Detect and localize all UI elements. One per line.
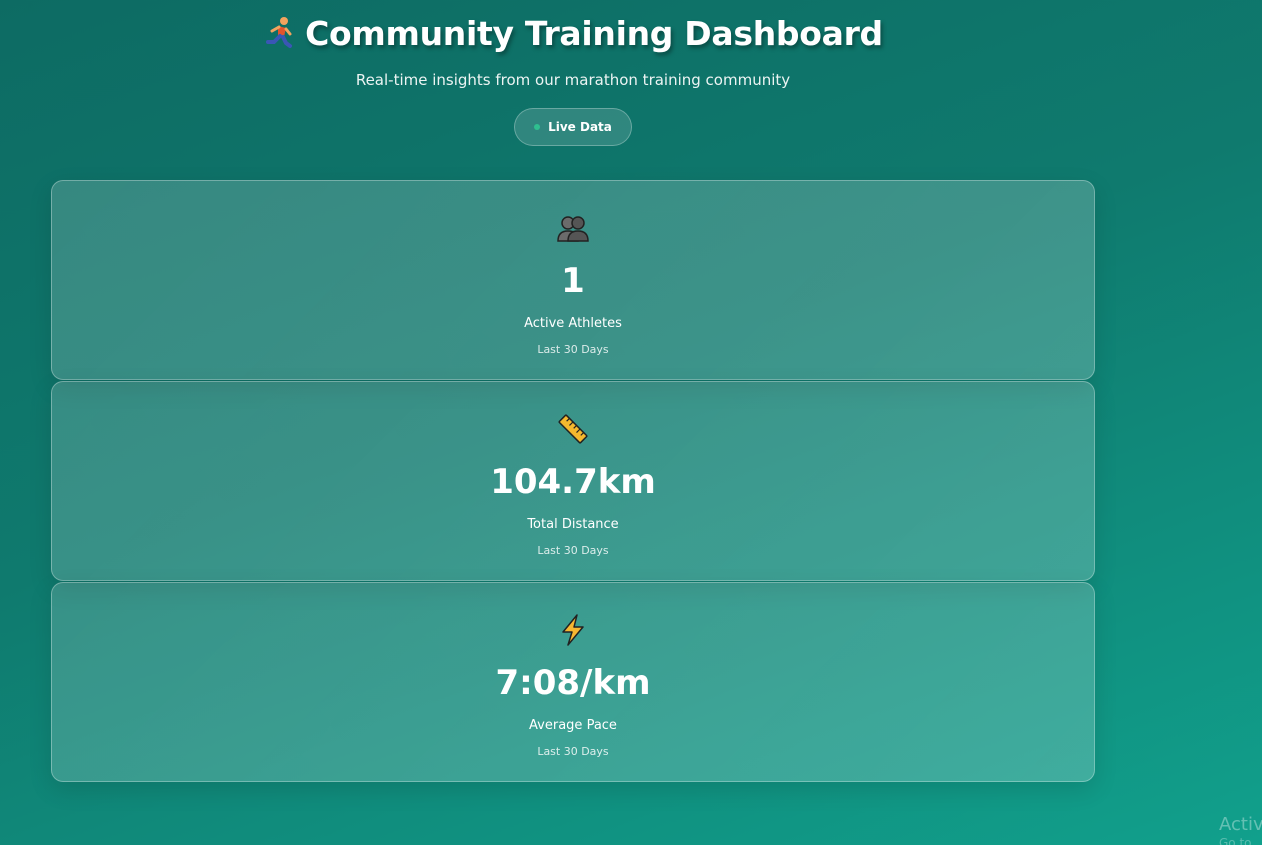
activation-watermark: Activ xyxy=(1219,814,1262,835)
ruler-icon xyxy=(52,412,1094,446)
stat-card-average-pace: 7:08/km Average Pace Last 30 Days xyxy=(51,582,1095,782)
stats-cards: 1 Active Athletes Last 30 Days 104.7km T… xyxy=(51,180,1095,783)
lightning-icon xyxy=(52,613,1094,647)
two-people-icon xyxy=(52,211,1094,245)
live-data-label: Live Data xyxy=(548,120,612,134)
live-indicator-dot xyxy=(534,124,541,130)
total-distance-period: Last 30 Days xyxy=(537,544,609,557)
average-pace-period: Last 30 Days xyxy=(537,745,609,758)
stat-card-active-athletes: 1 Active Athletes Last 30 Days xyxy=(51,180,1095,380)
page-subtitle: Real-time insights from our marathon tra… xyxy=(355,71,791,89)
page-title: Community Training Dashboard xyxy=(52,12,1094,60)
live-data-badge: Live Data xyxy=(514,108,632,146)
average-pace-value: 7:08/km xyxy=(495,663,651,703)
stat-card-total-distance: 104.7km Total Distance Last 30 Days xyxy=(51,381,1095,581)
runner-icon xyxy=(263,15,297,60)
dashboard-header: Community Training Dashboard Real-time i… xyxy=(52,0,1094,146)
average-pace-label: Average Pace xyxy=(529,718,617,733)
active-athletes-period: Last 30 Days xyxy=(537,343,609,356)
total-distance-value: 104.7km xyxy=(490,462,656,502)
active-athletes-label: Active Athletes xyxy=(524,316,622,331)
activation-watermark-subtext: Go to xyxy=(1219,836,1252,845)
title-text: Community Training Dashboard xyxy=(305,14,883,53)
active-athletes-value: 1 xyxy=(561,261,585,301)
total-distance-label: Total Distance xyxy=(527,517,619,532)
